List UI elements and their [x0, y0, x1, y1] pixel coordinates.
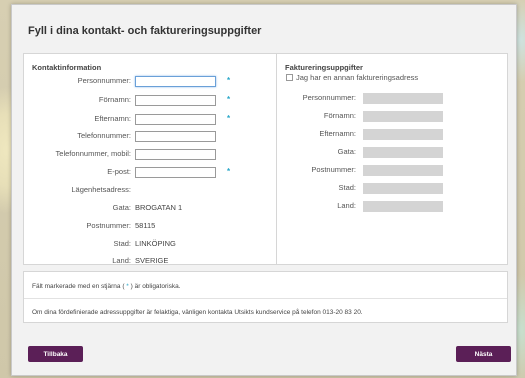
- stad-row: Stad:: [24, 237, 131, 251]
- billing-stad-row: Stad:: [277, 181, 356, 195]
- telefon-row: Telefonnummer:: [24, 129, 131, 143]
- land-value: SVERIGE: [135, 256, 169, 265]
- other-billing-address-checkbox[interactable]: [286, 74, 293, 81]
- billing-land-label: Land:: [337, 201, 356, 210]
- billing-fornamn-label: Förnamn:: [323, 111, 356, 120]
- stad-value: LINKÖPING: [135, 239, 176, 248]
- mobil-row: Telefonnummer, mobil:: [24, 147, 131, 161]
- billing-land-input: [363, 201, 443, 212]
- billing-personnummer-label: Personnummer:: [302, 93, 356, 102]
- billing-fornamn-input: [363, 111, 443, 122]
- telefon-input[interactable]: [135, 131, 216, 142]
- billing-personnummer-row: Personnummer:: [277, 91, 356, 105]
- billing-personnummer-input: [363, 93, 443, 104]
- notes-divider: [24, 298, 507, 299]
- postnummer-value: 58115: [135, 221, 156, 230]
- gata-value: BROGATAN 1: [135, 203, 183, 212]
- fornamn-label: Förnamn:: [98, 95, 131, 104]
- billing-stad-label: Stad:: [338, 183, 356, 192]
- next-button[interactable]: Nästa: [456, 346, 511, 362]
- personnummer-input[interactable]: [135, 76, 216, 87]
- required-note: Fält markerade med en stjärna ( * ) är o…: [32, 283, 181, 290]
- land-label: Land:: [112, 256, 131, 265]
- billing-panel-title: Faktureringsuppgifter: [285, 63, 363, 72]
- required-star: *: [227, 114, 231, 123]
- contact-billing-dialog: Fyll i dina kontakt- och faktureringsupp…: [11, 4, 517, 376]
- billing-efternamn-label: Efternamn:: [319, 129, 356, 138]
- billing-efternamn-row: Efternamn:: [277, 127, 356, 141]
- epost-label: E-post:: [107, 167, 131, 176]
- required-star: *: [227, 167, 231, 176]
- contact-panel-title: Kontaktinformation: [32, 63, 102, 72]
- personnummer-label: Personnummer:: [77, 76, 131, 85]
- postnummer-label: Postnummer:: [86, 221, 131, 230]
- required-note-end: ) är obligatoriska.: [130, 283, 181, 290]
- epost-row: E-post:: [24, 165, 131, 179]
- efternamn-input[interactable]: [135, 114, 216, 125]
- billing-postnummer-row: Postnummer:: [277, 163, 356, 177]
- billing-fornamn-row: Förnamn:: [277, 109, 356, 123]
- billing-stad-input: [363, 183, 443, 194]
- gata-row: Gata:: [24, 201, 131, 215]
- personnummer-row: Personnummer:: [24, 74, 131, 88]
- billing-gata-input: [363, 147, 443, 158]
- required-note-start: Fält markerade med en stjärna (: [32, 283, 125, 290]
- contact-panel: Kontaktinformation Personnummer: * Förna…: [23, 53, 278, 265]
- dialog-title: Fyll i dina kontakt- och faktureringsupp…: [28, 25, 262, 37]
- address-heading: Lägenhetsadress:: [71, 185, 131, 194]
- telefon-label: Telefonnummer:: [77, 131, 131, 140]
- mobil-input[interactable]: [135, 149, 216, 160]
- billing-postnummer-input: [363, 165, 443, 176]
- mobil-label: Telefonnummer, mobil:: [55, 149, 131, 158]
- billing-land-row: Land:: [277, 199, 356, 213]
- efternamn-label: Efternamn:: [94, 114, 131, 123]
- fornamn-input[interactable]: [135, 95, 216, 106]
- required-star: *: [227, 76, 231, 85]
- stad-label: Stad:: [113, 239, 131, 248]
- required-star: *: [227, 95, 231, 104]
- other-billing-address-label[interactable]: Jag har en annan faktureringsadress: [296, 73, 418, 82]
- notes-box: Fält markerade med en stjärna ( * ) är o…: [23, 271, 508, 323]
- customer-service-note: Om dina fördefinierade adressuppgifter ä…: [32, 309, 363, 316]
- billing-efternamn-input: [363, 129, 443, 140]
- land-row: Land:: [24, 254, 131, 268]
- back-button[interactable]: Tillbaka: [28, 346, 83, 362]
- efternamn-row: Efternamn:: [24, 112, 131, 126]
- address-heading-row: Lägenhetsadress:: [24, 183, 131, 197]
- billing-panel: Faktureringsuppgifter Jag har en annan f…: [276, 53, 508, 265]
- billing-gata-label: Gata:: [337, 147, 356, 156]
- epost-input[interactable]: [135, 167, 216, 178]
- gata-label: Gata:: [112, 203, 131, 212]
- postnummer-row: Postnummer:: [24, 219, 131, 233]
- fornamn-row: Förnamn:: [24, 93, 131, 107]
- billing-postnummer-label: Postnummer:: [311, 165, 356, 174]
- billing-gata-row: Gata:: [277, 145, 356, 159]
